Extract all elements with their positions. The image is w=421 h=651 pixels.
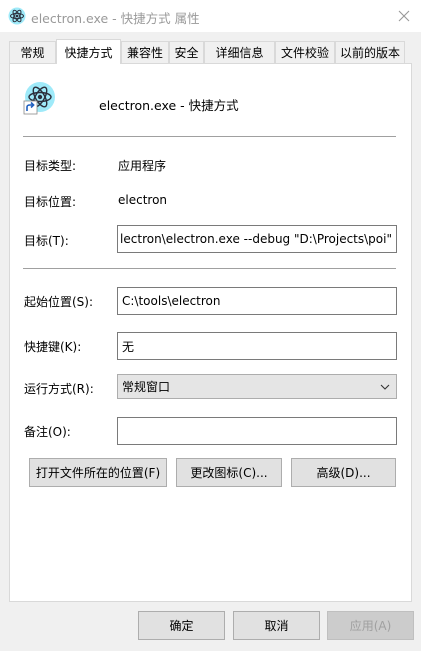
- target-field[interactable]: lectron\electron.exe --debug "D:\Project…: [117, 225, 397, 253]
- close-icon: [398, 10, 410, 22]
- tab-file-hash[interactable]: 文件校验: [275, 41, 335, 63]
- button-label: 取消: [264, 619, 289, 633]
- tab-label: 文件校验: [280, 46, 329, 60]
- hotkey-label: 快捷键(K):: [24, 340, 82, 354]
- tab-general[interactable]: 常规: [9, 41, 56, 63]
- open-file-location-button[interactable]: 打开文件所在的位置(F): [29, 458, 167, 487]
- button-label: 确定: [169, 619, 194, 633]
- close-button[interactable]: [387, 0, 421, 32]
- button-label: 应用(A): [349, 619, 392, 633]
- start-in-label: 起始位置(S):: [24, 295, 94, 309]
- target-field-value: lectron\electron.exe --debug "D:\Project…: [120, 232, 392, 246]
- tab-label: 详细信息: [215, 46, 264, 60]
- chevron-down-icon: [380, 384, 390, 390]
- comment-label: 备注(O):: [24, 425, 71, 439]
- tab-label: 以前的版本: [339, 46, 400, 60]
- tab-label: 快捷方式: [64, 45, 113, 60]
- tab-shortcut[interactable]: 快捷方式: [56, 39, 121, 64]
- separator: [23, 268, 396, 269]
- tab-label: 常规: [20, 46, 45, 60]
- hotkey-field[interactable]: 无: [117, 332, 397, 360]
- run-select[interactable]: 常规窗口: [117, 374, 397, 399]
- tab-security[interactable]: 安全: [169, 41, 204, 63]
- tab-previous-versions[interactable]: 以前的版本: [335, 41, 405, 63]
- tab-label: 安全: [174, 46, 199, 60]
- apply-button[interactable]: 应用(A): [327, 611, 414, 640]
- target-location-label: 目标位置:: [24, 195, 77, 209]
- window-title: electron.exe - 快捷方式 属性: [31, 11, 200, 26]
- separator: [23, 136, 396, 137]
- hotkey-field-value: 无: [122, 339, 135, 354]
- start-in-field-value: C:\tools\electron: [122, 294, 221, 308]
- shortcut-tab-panel: electron.exe - 快捷方式 目标类型: 应用程序 目标位置: ele…: [9, 63, 412, 602]
- run-select-value: 常规窗口: [122, 380, 171, 394]
- tab-label: 兼容性: [126, 46, 163, 60]
- tab-details[interactable]: 详细信息: [204, 41, 275, 63]
- run-label: 运行方式(R):: [24, 382, 94, 396]
- comment-field[interactable]: [117, 417, 397, 445]
- tab-compatibility[interactable]: 兼容性: [121, 41, 169, 63]
- cancel-button[interactable]: 取消: [233, 611, 320, 640]
- start-in-field[interactable]: C:\tools\electron: [117, 287, 397, 315]
- shortcut-name: electron.exe - 快捷方式: [99, 98, 239, 113]
- target-type-value: 应用程序: [118, 159, 167, 173]
- button-label: 打开文件所在的位置(F): [35, 466, 161, 480]
- change-icon-button[interactable]: 更改图标(C)...: [176, 458, 282, 487]
- button-label: 更改图标(C)...: [190, 466, 268, 480]
- ok-button[interactable]: 确定: [138, 611, 225, 640]
- target-location-value: electron: [118, 193, 168, 207]
- advanced-button[interactable]: 高级(D)...: [291, 458, 396, 487]
- target-label: 目标(T):: [24, 234, 69, 248]
- title-bar: electron.exe - 快捷方式 属性: [0, 0, 421, 32]
- target-type-label: 目标类型:: [24, 159, 77, 173]
- electron-shortcut-icon: [23, 82, 55, 115]
- electron-app-icon: [8, 7, 26, 25]
- button-label: 高级(D)...: [316, 466, 371, 480]
